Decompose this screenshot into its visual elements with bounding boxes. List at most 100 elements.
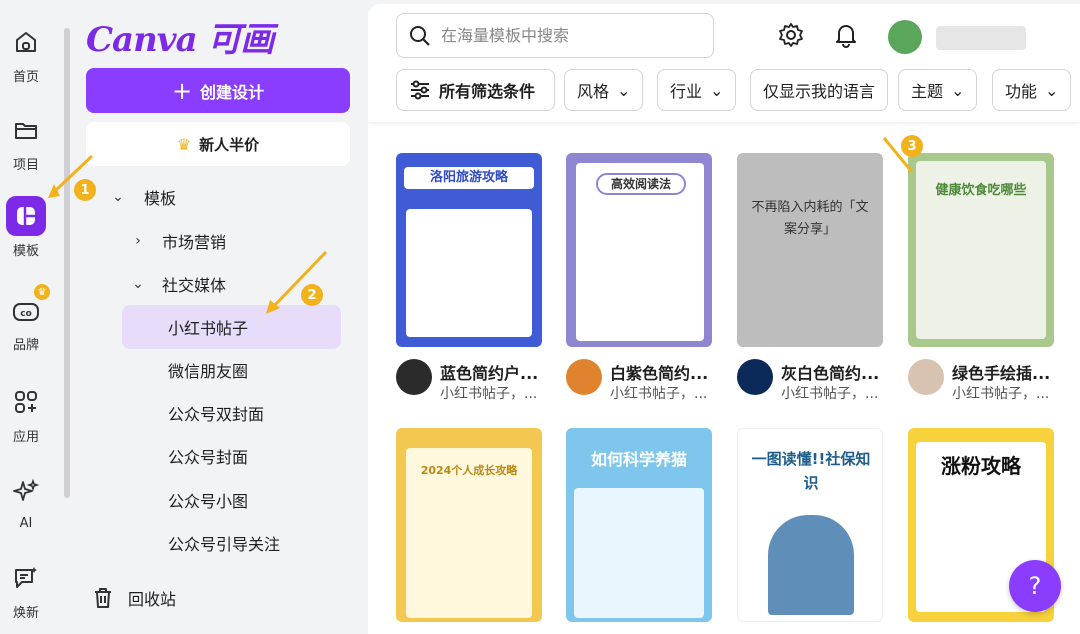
svg-text:co: co (20, 309, 32, 319)
rail-ai-label: AI (19, 516, 33, 531)
tree-item-xiaohongshu[interactable]: 小红书帖子 (122, 305, 341, 349)
create-design-button[interactable]: + 创建设计 (86, 68, 350, 113)
filter-industry[interactable]: 行业 ⌄ (657, 69, 737, 111)
step-marker-1: 1 (74, 179, 96, 201)
thumbnail-title: 不再陷入内耗的「文案分享」 (751, 200, 869, 237)
main-content: 所有筛选条件 风格 ⌄ 行业 ⌄ 仅显示我的语言 主题 ⌄ 功能 ⌄ 洛阳旅游攻… (368, 4, 1080, 634)
promo-button[interactable]: ♛ 新人半价 (86, 122, 350, 166)
tree-item-follow-guide[interactable]: 公众号引导关注 (86, 524, 350, 562)
step-marker-3: 3 (901, 135, 923, 157)
template-thumbnail[interactable]: 洛阳旅游攻略 (396, 153, 542, 347)
search-input[interactable] (441, 26, 701, 45)
thumbnail-title: 一图读懂!!社保知识 (751, 450, 871, 492)
tree-item-account-cover[interactable]: 公众号封面 (86, 437, 350, 475)
creator-avatar (566, 359, 602, 395)
template-subtitle: 小红书帖子，... (610, 386, 708, 402)
filter-label: 仅显示我的语言 (763, 82, 876, 101)
all-filters-label: 所有筛选条件 (439, 82, 536, 101)
promo-label: 新人半价 (199, 135, 260, 154)
crown-badge-icon: ♛ (34, 284, 50, 300)
brand-icon: co ♛ (6, 284, 50, 330)
plus-icon: + (171, 76, 193, 105)
template-thumbnail[interactable]: 不再陷入内耗的「文案分享」 (737, 153, 883, 347)
template-subtitle: 小红书帖子，... (781, 386, 879, 402)
filter-label: 风格 (577, 82, 610, 101)
template-thumbnail[interactable]: 高效阅读法 (566, 153, 712, 347)
trash-icon (95, 588, 111, 608)
rail-brand[interactable]: co ♛ 品牌 (0, 284, 52, 353)
tree-item-label: 社交媒体 (162, 276, 227, 295)
tree-item-templates[interactable]: ⌄ 模板 (86, 178, 350, 216)
filter-label: 主题 (911, 82, 944, 101)
template-title: 绿色手绘插... (952, 364, 1051, 383)
rail-whats-new-label: 焕新 (12, 606, 39, 621)
filter-feature[interactable]: 功能 ⌄ (992, 69, 1072, 111)
rail-projects[interactable]: 项目 (0, 110, 52, 173)
chevron-down-icon: ⌄ (951, 80, 965, 100)
rail-templates[interactable]: 模板 (0, 196, 52, 259)
template-subtitle: 小红书帖子，... (952, 386, 1050, 402)
rail-whats-new[interactable]: 焕新 (0, 558, 52, 621)
tree-item-marketing[interactable]: › 市场营销 (86, 222, 350, 260)
panel-scrollbar-thumb[interactable] (64, 28, 70, 498)
left-rail: 首页 项目 模板 co ♛ 品牌 应用 AI 焕新 (0, 0, 62, 634)
rail-home[interactable]: 首页 (0, 22, 52, 85)
rail-apps[interactable]: 应用 (0, 382, 52, 445)
chevron-down-icon: ⌄ (617, 80, 631, 100)
chevron-down-icon: ⌄ (132, 276, 144, 292)
gear-icon (779, 23, 803, 47)
filter-style[interactable]: 风格 ⌄ (564, 69, 644, 111)
filter-label: 行业 (670, 82, 703, 101)
settings-button[interactable] (778, 22, 804, 52)
thumbnail-title: 2024个人成长攻略 (420, 464, 518, 477)
avatar[interactable] (888, 20, 922, 54)
creator-avatar (396, 359, 432, 395)
template-title: 灰白色简约... (781, 364, 880, 383)
chevron-down-icon: ⌄ (1045, 80, 1059, 100)
folder-icon (6, 110, 46, 150)
template-thumbnail[interactable]: 2024个人成长攻略 (396, 428, 542, 622)
chevron-right-icon: › (135, 233, 141, 249)
apps-icon (6, 382, 46, 422)
rail-projects-label: 项目 (12, 158, 39, 173)
help-button[interactable]: ? (1009, 560, 1061, 612)
chevron-down-icon: ⌄ (112, 189, 124, 205)
whats-new-icon (6, 558, 46, 598)
tree-item-account-thumb[interactable]: 公众号小图 (86, 481, 350, 519)
creator-avatar (737, 359, 773, 395)
tree-item-label: 公众号小图 (168, 492, 249, 511)
template-thumbnail[interactable]: 一图读懂!!社保知识 (737, 428, 883, 622)
tree-item-wechat-moments[interactable]: 微信朋友圈 (86, 351, 350, 389)
search-box[interactable] (396, 13, 714, 58)
account-name-obscured[interactable] (936, 26, 1026, 50)
template-thumbnail[interactable]: 健康饮食吃哪些 (908, 153, 1054, 347)
tree-item-label: 模板 (144, 189, 177, 208)
all-filters-button[interactable]: 所有筛选条件 (396, 69, 555, 111)
template-title: 蓝色简约户... (440, 364, 539, 383)
step-marker-2: 2 (301, 284, 323, 306)
rail-apps-label: 应用 (12, 430, 39, 445)
bell-icon (836, 25, 856, 48)
filter-theme[interactable]: 主题 ⌄ (898, 69, 978, 111)
creator-avatar (908, 359, 944, 395)
filter-label: 功能 (1005, 82, 1038, 101)
filter-bar: 所有筛选条件 风格 ⌄ 行业 ⌄ 仅显示我的语言 主题 ⌄ 功能 ⌄ (368, 66, 1080, 122)
filter-my-language[interactable]: 仅显示我的语言 (750, 69, 889, 111)
rail-ai[interactable]: AI (0, 472, 52, 531)
template-panel: Canva 可画 + 创建设计 ♛ 新人半价 ⌄ 模板 › 市场营销 ⌄ 社交媒… (72, 0, 362, 634)
template-thumbnail[interactable]: 如何科学养猫 (566, 428, 712, 622)
thumbnail-title: 涨粉攻略 (941, 454, 1021, 478)
tree-item-label: 公众号引导关注 (168, 535, 281, 554)
crown-icon: ♛ (176, 134, 192, 154)
chevron-down-icon: ⌄ (710, 80, 724, 100)
trash-link[interactable]: 回收站 (92, 586, 176, 610)
canva-logo[interactable]: Canva 可画 (86, 12, 274, 61)
rail-templates-label: 模板 (12, 244, 39, 259)
tree-item-label: 微信朋友圈 (168, 362, 249, 381)
tree-item-double-cover[interactable]: 公众号双封面 (86, 394, 350, 432)
tree-item-label: 小红书帖子 (168, 319, 249, 338)
panel-scrollbar[interactable] (62, 8, 72, 528)
thumbnail-title: 健康饮食吃哪些 (935, 183, 1027, 198)
filter-sliders-icon (411, 80, 429, 100)
notifications-button[interactable] (834, 22, 858, 52)
